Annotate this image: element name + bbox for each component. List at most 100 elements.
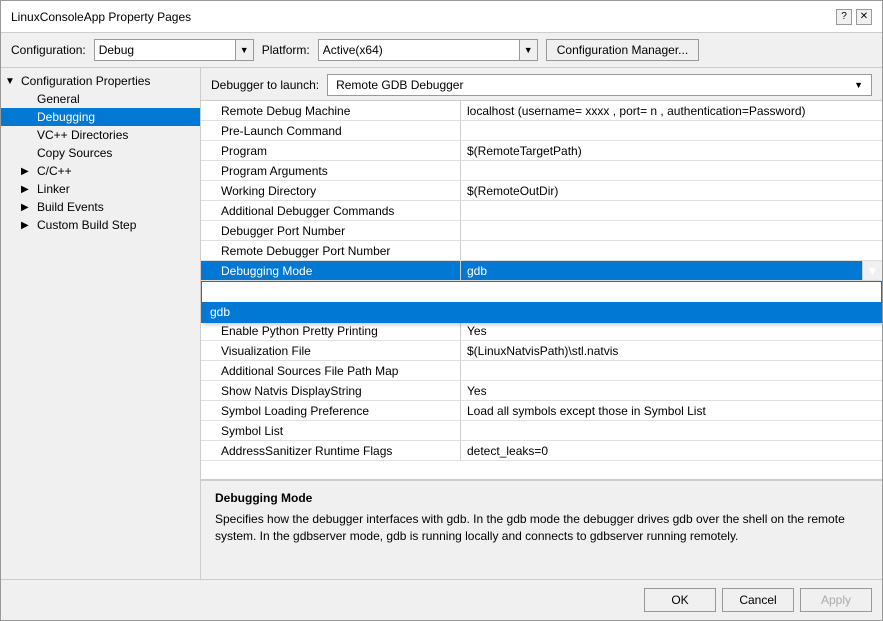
prop-row-viz-file: Visualization File $(LinuxNatvisPath)\st…	[201, 341, 882, 361]
prop-row-sources-map: Additional Sources File Path Map	[201, 361, 882, 381]
main-area: ▼ Configuration Properties General Debug…	[1, 68, 882, 579]
prop-value-add-debug-cmds[interactable]	[461, 201, 882, 220]
expand-icon-build: ▶	[21, 202, 33, 213]
prop-value-symbol-load[interactable]: Load all symbols except those in Symbol …	[461, 401, 882, 420]
sidebar-build-label: Build Events	[37, 200, 104, 214]
prop-row-debugging-mode[interactable]: Debugging Mode gdb ▼ gdbserver gdb	[201, 261, 882, 281]
title-bar: LinuxConsoleApp Property Pages ? ✕	[1, 1, 882, 33]
prop-value-natvis-display[interactable]: Yes	[461, 381, 882, 400]
prop-value-program[interactable]: $(RemoteTargetPath)	[461, 141, 882, 160]
sidebar-cpp-label: C/C++	[37, 164, 72, 178]
prop-name-program: Program	[201, 141, 461, 160]
sidebar-item-linker[interactable]: ▶ Linker	[1, 180, 200, 198]
prop-value-symbol-list[interactable]	[461, 421, 882, 440]
sidebar-item-vc-dirs[interactable]: VC++ Directories	[1, 126, 200, 144]
prop-row-program: Program $(RemoteTargetPath)	[201, 141, 882, 161]
prop-name-debugging-mode: Debugging Mode	[201, 261, 461, 280]
info-title: Debugging Mode	[215, 491, 868, 505]
info-panel: Debugging Mode Specifies how the debugge…	[201, 479, 882, 579]
sidebar-item-cpp[interactable]: ▶ C/C++	[1, 162, 200, 180]
prop-row-remote-port: Remote Debugger Port Number	[201, 241, 882, 261]
apply-button[interactable]: Apply	[800, 588, 872, 612]
main-window: LinuxConsoleApp Property Pages ? ✕ Confi…	[0, 0, 883, 621]
sidebar-tree: ▼ Configuration Properties General Debug…	[1, 68, 200, 238]
prop-value-program-args[interactable]	[461, 161, 882, 180]
prop-value-sources-map[interactable]	[461, 361, 882, 380]
sidebar-item-custom-build[interactable]: ▶ Custom Build Step	[1, 216, 200, 234]
window-title: LinuxConsoleApp Property Pages	[11, 10, 191, 24]
sidebar-item-label: Configuration Properties	[21, 74, 150, 88]
debugger-select[interactable]: Remote GDB Debugger ▼	[327, 74, 872, 96]
cancel-button[interactable]: Cancel	[722, 588, 794, 612]
debugging-mode-dropdown: gdbserver gdb	[201, 281, 882, 323]
prop-name-natvis-display: Show Natvis DisplayString	[201, 381, 461, 400]
prop-row-symbol-load: Symbol Loading Preference Load all symbo…	[201, 401, 882, 421]
sidebar-custom-label: Custom Build Step	[37, 218, 136, 232]
prop-value-remote-debug[interactable]: localhost (username= xxxx , port= n , au…	[461, 101, 882, 120]
properties-grid: Remote Debug Machine localhost (username…	[201, 101, 882, 479]
sidebar-linker-label: Linker	[37, 182, 70, 196]
prop-row-natvis-display: Show Natvis DisplayString Yes	[201, 381, 882, 401]
footer: OK Cancel Apply	[1, 579, 882, 620]
prop-row-debug-port: Debugger Port Number	[201, 221, 882, 241]
prop-value-asan-flags[interactable]: detect_leaks=0	[461, 441, 882, 460]
prop-row-python-pretty: Enable Python Pretty Printing Yes	[201, 321, 882, 341]
prop-name-add-debug-cmds: Additional Debugger Commands	[201, 201, 461, 220]
config-dropdown-arrow[interactable]: ▼	[235, 40, 253, 60]
prop-row-pre-launch: Pre-Launch Command	[201, 121, 882, 141]
prop-value-working-dir[interactable]: $(RemoteOutDir)	[461, 181, 882, 200]
debugger-bar: Debugger to launch: Remote GDB Debugger …	[201, 68, 882, 101]
title-controls: ? ✕	[836, 9, 872, 25]
platform-value: Active(x64)	[319, 43, 519, 57]
dropdown-option-gdb[interactable]: gdb	[202, 302, 881, 322]
prop-value-python-pretty[interactable]: Yes	[461, 321, 882, 340]
sidebar-copy-label: Copy Sources	[37, 146, 112, 160]
prop-name-asan-flags: AddressSanitizer Runtime Flags	[201, 441, 461, 460]
prop-name-symbol-list: Symbol List	[201, 421, 461, 440]
expand-icon-cpp: ▶	[21, 166, 33, 177]
ok-button[interactable]: OK	[644, 588, 716, 612]
prop-row-remote-debug-machine: Remote Debug Machine localhost (username…	[201, 101, 882, 121]
prop-name-sources-map: Additional Sources File Path Map	[201, 361, 461, 380]
sidebar-item-config-props[interactable]: ▼ Configuration Properties	[1, 72, 200, 90]
prop-value-remote-port[interactable]	[461, 241, 882, 260]
dropdown-option-gdbserver[interactable]: gdbserver	[202, 282, 881, 302]
info-description: Specifies how the debugger interfaces wi…	[215, 511, 868, 545]
platform-dropdown-arrow[interactable]: ▼	[519, 40, 537, 60]
configuration-select[interactable]: Debug ▼	[94, 39, 254, 61]
prop-name-viz-file: Visualization File	[201, 341, 461, 360]
prop-name-program-args: Program Arguments	[201, 161, 461, 180]
prop-name-pre-launch: Pre-Launch Command	[201, 121, 461, 140]
sidebar-item-debugging[interactable]: Debugging	[1, 108, 200, 126]
debugging-mode-dropdown-arrow[interactable]: ▼	[862, 261, 882, 280]
prop-name-remote-debug: Remote Debug Machine	[201, 101, 461, 120]
prop-name-symbol-load: Symbol Loading Preference	[201, 401, 461, 420]
expand-icon-linker: ▶	[21, 184, 33, 195]
help-button[interactable]: ?	[836, 9, 852, 25]
prop-row-symbol-list: Symbol List	[201, 421, 882, 441]
config-label: Configuration:	[11, 43, 86, 57]
prop-name-remote-port: Remote Debugger Port Number	[201, 241, 461, 260]
expand-icon-custom: ▶	[21, 220, 33, 231]
sidebar-item-copy-sources[interactable]: Copy Sources	[1, 144, 200, 162]
sidebar-general-label: General	[37, 92, 80, 106]
close-button[interactable]: ✕	[856, 9, 872, 25]
platform-select[interactable]: Active(x64) ▼	[318, 39, 538, 61]
config-bar: Configuration: Debug ▼ Platform: Active(…	[1, 33, 882, 68]
prop-value-pre-launch[interactable]	[461, 121, 882, 140]
debugger-label: Debugger to launch:	[211, 78, 319, 92]
prop-row-working-dir: Working Directory $(RemoteOutDir)	[201, 181, 882, 201]
content-area: Debugger to launch: Remote GDB Debugger …	[201, 68, 882, 579]
debugger-arrow-icon: ▼	[854, 80, 863, 90]
sidebar-item-general[interactable]: General	[1, 90, 200, 108]
prop-value-debug-port[interactable]	[461, 221, 882, 240]
config-value: Debug	[95, 43, 235, 57]
config-manager-button[interactable]: Configuration Manager...	[546, 39, 699, 61]
sidebar-vc-label: VC++ Directories	[37, 128, 128, 142]
platform-label: Platform:	[262, 43, 310, 57]
expand-icon: ▼	[5, 76, 17, 87]
sidebar-item-build-events[interactable]: ▶ Build Events	[1, 198, 200, 216]
prop-name-working-dir: Working Directory	[201, 181, 461, 200]
prop-value-viz-file[interactable]: $(LinuxNatvisPath)\stl.natvis	[461, 341, 882, 360]
prop-value-debugging-mode[interactable]: gdb	[461, 261, 862, 280]
